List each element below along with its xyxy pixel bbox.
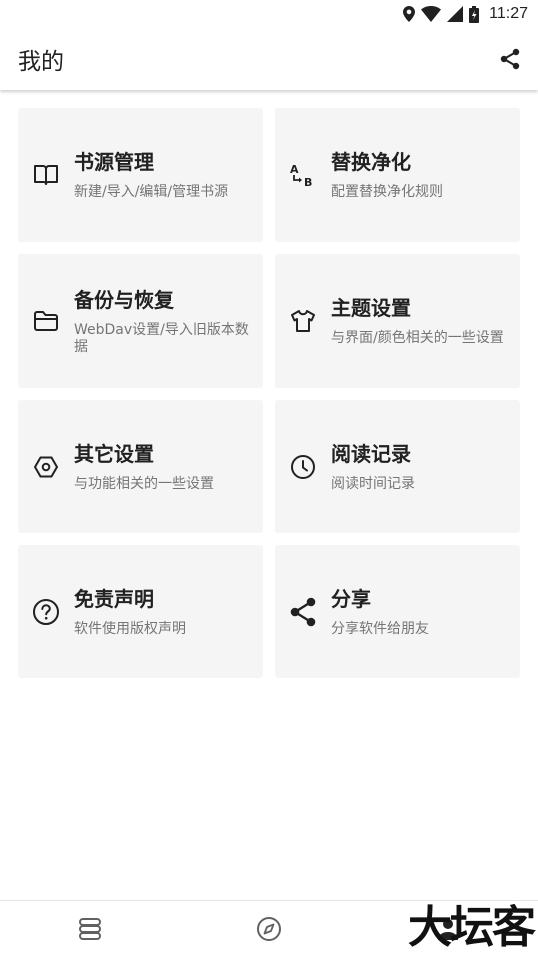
card-desc: 与功能相关的一些设置: [74, 475, 214, 492]
replace-icon: AB: [289, 161, 317, 189]
nav-discover[interactable]: [179, 901, 358, 956]
signal-icon: [447, 6, 464, 22]
card-title: 书源管理: [74, 150, 154, 174]
tshirt-icon: [289, 307, 317, 335]
nav-bookshelf[interactable]: [0, 901, 179, 956]
status-bar: 11:27: [0, 0, 538, 28]
settings-grid: 书源管理 新建/导入/编辑/管理书源 AB 替换净化 配置替换净化规则 备份与恢…: [18, 108, 520, 678]
card-title: 阅读记录: [331, 441, 411, 466]
battery-icon: [469, 5, 480, 23]
book-icon: [32, 161, 60, 189]
card-title: 其它设置: [74, 441, 154, 466]
card-desc: 阅读时间记录: [331, 475, 415, 492]
card-desc: 配置替换净化规则: [331, 184, 443, 200]
bookshelf-icon: [78, 917, 101, 940]
share-button[interactable]: [498, 47, 522, 71]
hex-settings-icon: [32, 453, 60, 481]
share-icon: [289, 597, 317, 626]
clock-icon: [289, 453, 317, 481]
card-theme-settings[interactable]: 主题设置 与界面/颜色相关的一些设置: [275, 254, 520, 388]
svg-text:B: B: [304, 176, 312, 189]
card-reading-history[interactable]: 阅读记录 阅读时间记录: [275, 400, 520, 533]
card-replace-rules[interactable]: AB 替换净化 配置替换净化规则: [275, 108, 520, 242]
card-other-settings[interactable]: 其它设置 与功能相关的一些设置: [18, 400, 263, 533]
card-book-source[interactable]: 书源管理 新建/导入/编辑/管理书源: [18, 108, 263, 242]
card-title: 免责声明: [74, 586, 154, 611]
app-bar: 我的: [0, 28, 538, 90]
page-title: 我的: [18, 49, 64, 75]
card-desc: WebDav设置/导入旧版本数据: [74, 321, 249, 355]
folder-icon: [32, 307, 60, 335]
card-title: 替换净化: [331, 150, 411, 174]
card-title: 分享: [331, 586, 371, 611]
card-title: 备份与恢复: [74, 287, 174, 312]
card-share[interactable]: 分享 分享软件给朋友: [275, 545, 520, 678]
card-desc: 与界面/颜色相关的一些设置: [331, 330, 504, 346]
card-desc: 分享软件给朋友: [331, 620, 429, 637]
help-circle-icon: [32, 598, 60, 626]
share-icon: [500, 48, 520, 70]
watermark: 大坛客: [408, 902, 536, 953]
svg-text:A: A: [290, 163, 299, 176]
status-time: 11:27: [489, 5, 528, 22]
wifi-icon: [421, 6, 442, 22]
card-title: 主题设置: [331, 296, 411, 320]
card-disclaimer[interactable]: 免责声明 软件使用版权声明: [18, 545, 263, 678]
location-icon: [403, 6, 416, 22]
card-desc: 新建/导入/编辑/管理书源: [74, 184, 229, 200]
compass-icon: [256, 916, 281, 941]
card-desc: 软件使用版权声明: [74, 620, 186, 637]
card-backup-restore[interactable]: 备份与恢复 WebDav设置/导入旧版本数据: [18, 254, 263, 388]
